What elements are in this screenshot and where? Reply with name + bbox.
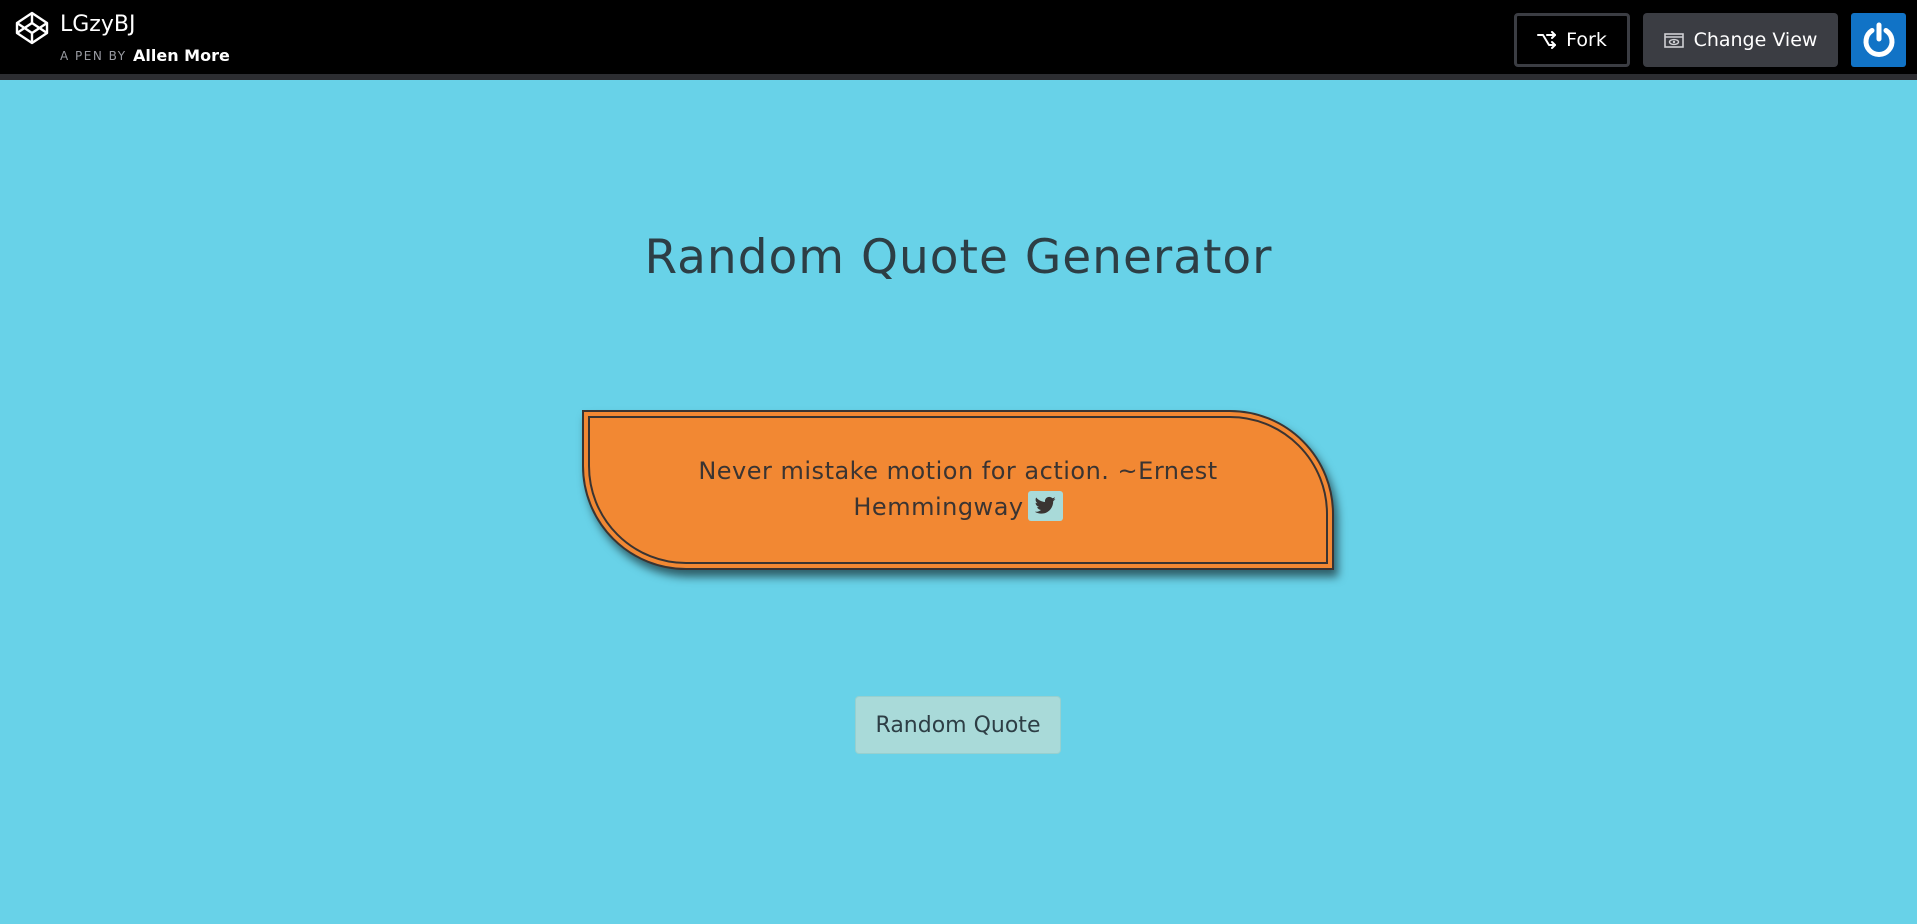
tweet-button[interactable] <box>1027 491 1063 521</box>
fork-button[interactable]: Fork <box>1514 13 1630 67</box>
quote-text: Never mistake motion for action. ~Ernest… <box>698 457 1218 521</box>
page-title: Random Quote Generator <box>644 230 1273 285</box>
fork-label: Fork <box>1566 29 1607 51</box>
change-view-button[interactable]: Change View <box>1643 13 1838 67</box>
power-button[interactable] <box>1851 13 1906 67</box>
pen-title[interactable]: LGzyBJ <box>60 11 135 39</box>
codepen-header: LGzyBJ A PEN BY Allen More Fork Change V… <box>0 0 1917 80</box>
fork-icon <box>1537 31 1557 49</box>
eye-window-icon <box>1663 33 1684 48</box>
pen-author-link[interactable]: Allen More <box>133 47 230 65</box>
pen-by-label: A PEN BY <box>60 49 127 63</box>
codepen-logo-icon[interactable] <box>14 10 50 46</box>
quote-block: Never mistake motion for action. ~Ernest… <box>680 453 1236 525</box>
power-icon <box>1863 22 1894 57</box>
random-quote-button[interactable]: Random Quote <box>855 696 1061 754</box>
twitter-icon <box>1034 496 1056 514</box>
change-view-label: Change View <box>1693 29 1818 51</box>
